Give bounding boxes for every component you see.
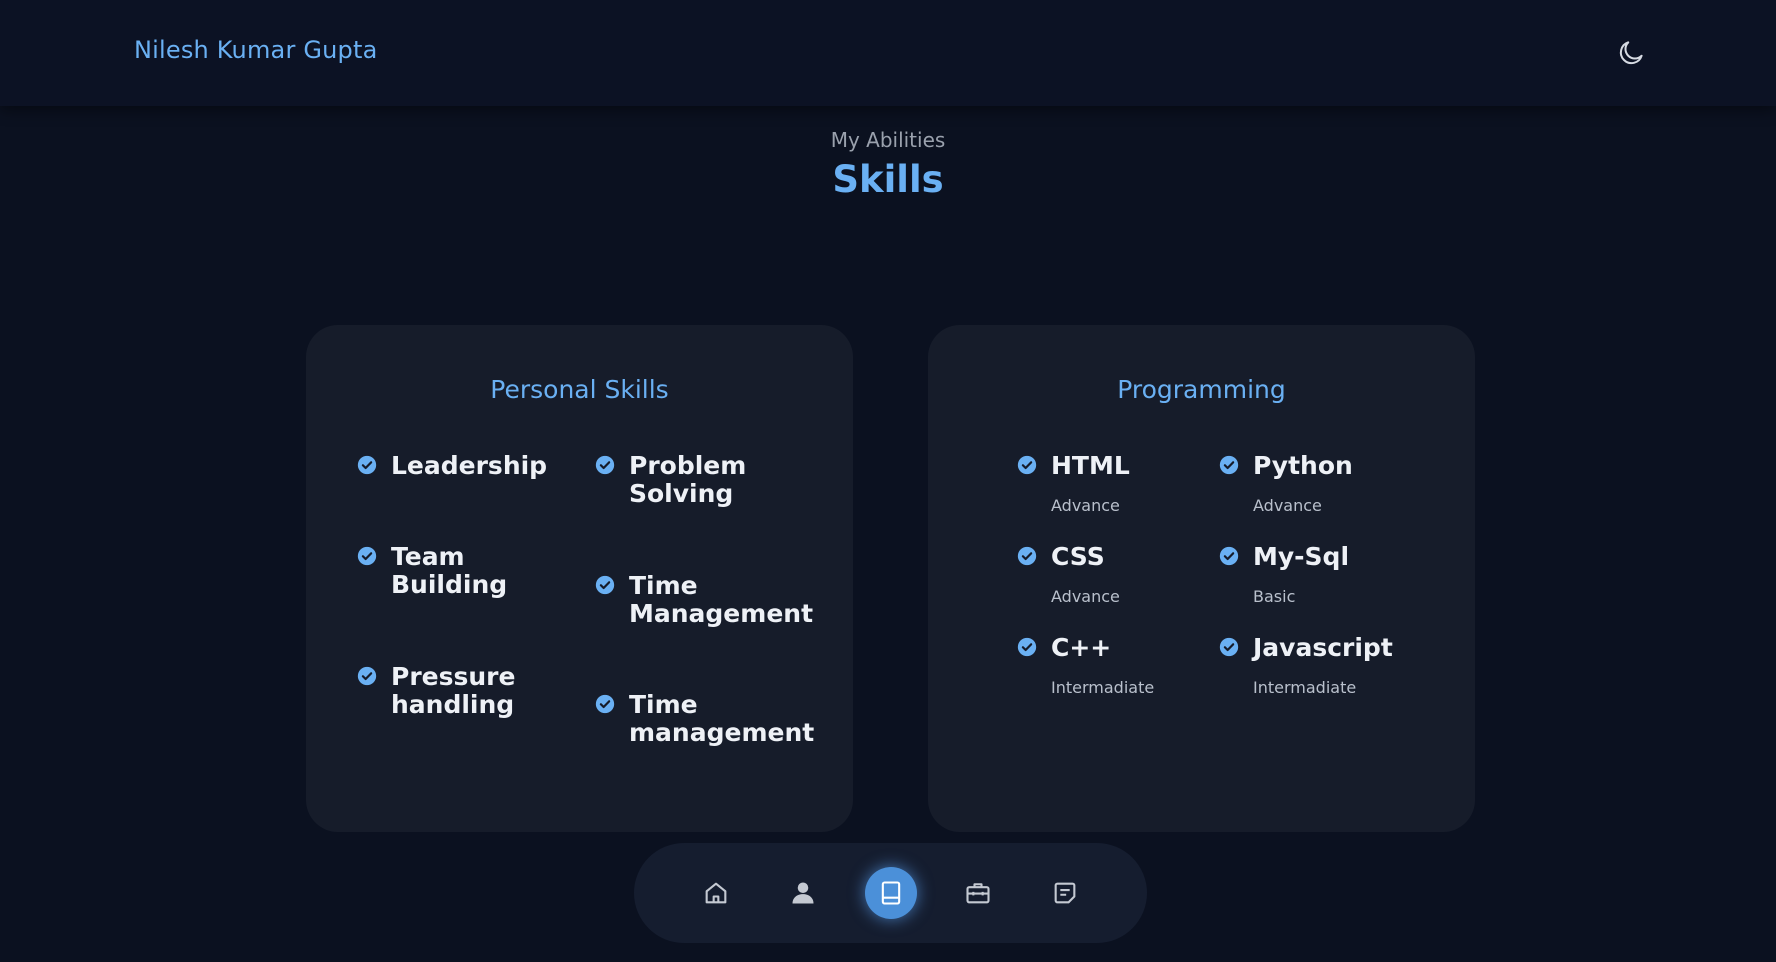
home-icon [705, 882, 727, 904]
brand-logo-text[interactable]: Nilesh Kumar Gupta [134, 36, 378, 64]
header: Nilesh Kumar Gupta [0, 0, 1776, 106]
language-name: Python [1253, 451, 1353, 480]
check-badge-icon [1219, 455, 1239, 475]
language-name: C++ [1051, 633, 1112, 662]
nav-contact-button[interactable] [1039, 867, 1091, 919]
check-badge-icon [595, 455, 615, 475]
nav-about-button[interactable] [777, 867, 829, 919]
language-name: CSS [1051, 542, 1105, 571]
language-level: Advance [1253, 496, 1322, 515]
check-badge-icon [1017, 637, 1037, 657]
nav-skills-button[interactable] [865, 867, 917, 919]
check-badge-icon [595, 694, 615, 714]
check-badge-icon [595, 575, 615, 595]
check-badge-icon [1219, 637, 1239, 657]
skill-name: Pressure handling [391, 662, 516, 719]
theme-toggle-button[interactable] [1614, 36, 1648, 70]
language-name: Javascript [1253, 633, 1393, 662]
programming-title: Programming [1117, 375, 1286, 404]
briefcase-icon [966, 883, 990, 904]
message-icon [1054, 882, 1076, 904]
skill-name: Time management [629, 690, 815, 747]
check-badge-icon [1017, 546, 1037, 566]
language-level: Intermadiate [1051, 678, 1155, 697]
skill-name: Time Management [629, 571, 814, 628]
user-icon [792, 882, 814, 904]
skill-name: Problem Solving [629, 451, 747, 508]
language-level: Basic [1253, 587, 1296, 606]
language-level: Intermadiate [1253, 678, 1357, 697]
language-level: Advance [1051, 496, 1120, 515]
section-subtitle: My Abilities [830, 128, 946, 152]
check-badge-icon [1017, 455, 1037, 475]
moon-icon [1619, 41, 1643, 65]
check-badge-icon [357, 546, 377, 566]
skill-name: Leadership [391, 451, 548, 480]
section-title: Skills [832, 158, 944, 201]
check-badge-icon [357, 455, 377, 475]
language-name: My-Sql [1253, 542, 1350, 571]
book-icon [881, 881, 901, 905]
personal-skills-card: Personal Skills Leadership Problem Solvi… [306, 325, 853, 832]
check-badge-icon [357, 666, 377, 686]
personal-skills-title: Personal Skills [490, 375, 669, 404]
language-name: HTML [1051, 451, 1130, 480]
check-badge-icon [1219, 546, 1239, 566]
bottom-nav [634, 843, 1147, 943]
language-level: Advance [1051, 587, 1120, 606]
nav-portfolio-button[interactable] [952, 867, 1004, 919]
skill-name: Team Building [391, 542, 508, 599]
nav-home-button[interactable] [690, 867, 742, 919]
programming-card: Programming HTML Advance Python Advance … [928, 325, 1475, 832]
